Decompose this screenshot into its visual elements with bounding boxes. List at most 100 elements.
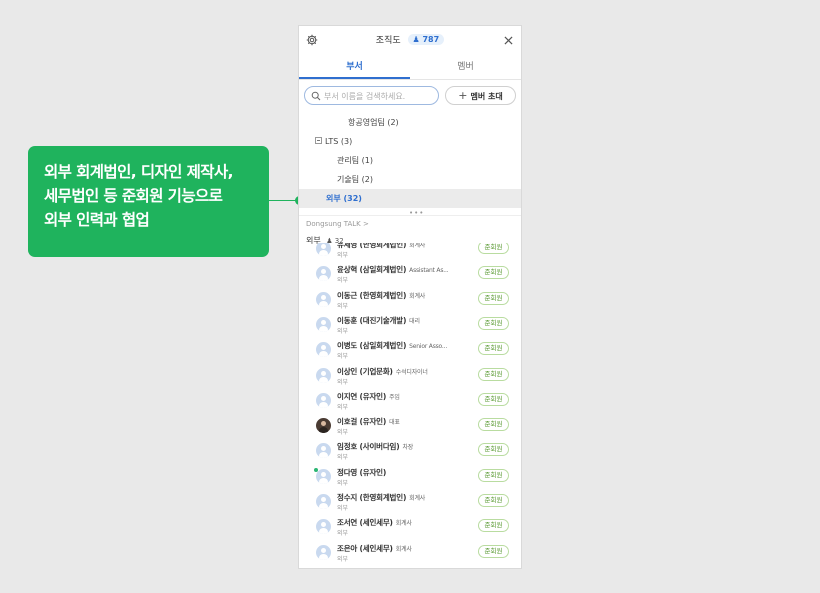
member-row[interactable]: 유세영 (한영회계법인) 회계사 외부 준회원 — [299, 243, 521, 261]
member-name-line: 정수지 (한영회계법인) 회계사 — [337, 492, 425, 503]
associate-member-badge: 준회원 — [478, 291, 509, 305]
member-count: 787 — [422, 35, 440, 44]
member-department: 외부 — [337, 327, 349, 335]
member-name-line: 이호걸 (유자인) 대표 — [337, 416, 400, 427]
tab-department[interactable]: 부서 — [299, 56, 410, 79]
callout-line-1: 외부 회계법인, 디자인 제작사, — [44, 163, 233, 181]
associate-member-badge: 준회원 — [478, 367, 509, 381]
member-role: 차장 — [402, 444, 414, 452]
member-department: 외부 — [337, 454, 349, 462]
tree-item[interactable]: 항공영업팀 (2) — [299, 113, 521, 132]
member-department: 외부 — [337, 403, 349, 411]
tree-item-label: 관리팀 (1) — [337, 156, 373, 165]
member-row[interactable]: 이상인 (기업문화) 수석디자이너 외부 준회원 — [299, 363, 521, 388]
avatar — [316, 443, 331, 459]
member-row[interactable]: 조서연 (세인세무) 회계사 외부 준회원 — [299, 514, 521, 539]
member-role: 대리 — [409, 317, 420, 325]
tab-bar: 부서 멤버 — [299, 56, 521, 80]
avatar — [316, 367, 331, 383]
search-placeholder: 부서 이름을 검색하세요. — [324, 92, 406, 101]
people-icon: ♟ — [412, 35, 420, 44]
associate-member-badge: 준회원 — [478, 316, 509, 330]
member-name-line: 이동훈 (대진기술개발) 대리 — [337, 315, 420, 326]
tree-item-label: LTS (3) — [325, 137, 353, 146]
member-role: Senior Asso... — [409, 343, 448, 351]
tree-item-label: 외부 (32) — [326, 194, 362, 203]
member-row[interactable]: 정다영 (유자인) 외부 준회원 — [299, 464, 521, 489]
member-name: 조은아 (세인세무) — [337, 543, 393, 553]
avatar — [316, 291, 331, 307]
associate-member-badge: 준회원 — [478, 392, 509, 406]
member-department: 외부 — [337, 353, 349, 361]
member-department: 외부 — [337, 530, 349, 538]
member-department: 외부 — [337, 555, 349, 563]
member-row[interactable]: 조은아 (세인세무) 회계사 외부 준회원 — [299, 540, 521, 565]
member-role: 회계사 — [395, 545, 412, 553]
tree-item[interactable]: 기술팀 (2) — [299, 170, 521, 189]
tab-members[interactable]: 멤버 — [410, 56, 521, 79]
member-department: 외부 — [337, 252, 349, 259]
associate-member-badge: 준회원 — [478, 468, 509, 482]
member-row[interactable]: 윤상혁 (삼일회계법인) Assistant As... 외부 준회원 — [299, 261, 521, 286]
member-name: 이동훈 (대진기술개발) — [337, 315, 407, 325]
member-department: 외부 — [337, 505, 349, 512]
associate-member-badge: 준회원 — [478, 342, 509, 356]
tree-item[interactable]: 관리팀 (1) — [299, 151, 521, 170]
member-name-line: 이지연 (유자인) 주임 — [337, 391, 400, 402]
associate-member-badge: 준회원 — [478, 494, 509, 507]
tree-item-label: 항공영업팀 (2) — [348, 118, 399, 127]
member-name: 윤상혁 (삼일회계법인) — [337, 265, 407, 275]
member-name-line: 조은아 (세인세무) 회계사 — [337, 543, 412, 554]
member-row[interactable]: 정수지 (한영회계법인) 회계사외부 준회원 — [299, 489, 521, 514]
member-row[interactable]: 이호걸 (유자인) 대표 외부 준회원 — [299, 413, 521, 438]
member-name: 이상인 (기업문화) — [337, 366, 393, 376]
member-role: 주임 — [389, 393, 400, 401]
associate-member-badge: 준회원 — [478, 443, 509, 457]
avatar — [316, 519, 331, 535]
invite-member-button[interactable]: + 멤버 초대 — [445, 86, 516, 105]
member-name: 이지연 (유자인) — [337, 391, 387, 401]
member-row[interactable]: 이병도 (삼일회계법인) Senior Asso... 외부 준회원 — [299, 337, 521, 362]
member-role: 대표 — [389, 419, 400, 427]
feature-callout: 외부 회계법인, 디자인 제작사, 세무법인 등 준회원 기능으로 외부 인력과… — [28, 146, 269, 257]
org-chart-panel: 조직도 ♟ 787 부서 멤버 부서 이름을 검색하세요. + 멤버 초대 항공영… — [298, 25, 522, 569]
breadcrumb[interactable]: Dongsung TALK > — [306, 220, 369, 228]
avatar — [316, 316, 331, 332]
member-name: 정수지 (한영회계법인) — [337, 493, 407, 502]
tree-item[interactable]: LTS (3) — [299, 132, 521, 151]
close-icon[interactable] — [504, 36, 513, 45]
member-row[interactable]: 이동훈 (대진기술개발) 대리 외부 준회원 — [299, 312, 521, 337]
member-name-line: 정다영 (유자인) — [337, 467, 389, 478]
search-row: 부서 이름을 검색하세요. + 멤버 초대 — [299, 80, 521, 112]
avatar — [316, 468, 331, 484]
department-search-input[interactable]: 부서 이름을 검색하세요. — [304, 86, 439, 105]
avatar — [316, 544, 331, 560]
member-name-line: 이동근 (한영회계법인) 회계사 — [337, 290, 425, 301]
member-name: 유세영 (한영회계법인) — [337, 243, 407, 249]
member-role: 회계사 — [409, 495, 426, 502]
member-name-line: 이상인 (기업문화) 수석디자이너 — [337, 366, 428, 377]
department-tree: 항공영업팀 (2) LTS (3) 관리팀 (1) 기술팀 (2) 외부 (32) — [299, 113, 521, 208]
search-icon — [311, 91, 321, 101]
member-row[interactable]: 이지연 (유자인) 주임 외부 준회원 — [299, 388, 521, 413]
member-count-badge: ♟ 787 — [407, 34, 445, 45]
member-row[interactable]: 임정호 (사이버다임) 차장외부 준회원 — [299, 438, 521, 463]
member-name-line: 조서연 (세인세무) 회계사 — [337, 517, 412, 528]
invite-member-label: 멤버 초대 — [470, 92, 503, 101]
member-role: 수석디자이너 — [395, 368, 428, 376]
member-name-line: 윤상혁 (삼일회계법인) Assistant As... — [337, 264, 449, 275]
member-name: 이호걸 (유자인) — [337, 417, 387, 427]
tree-item[interactable]: 외부 (32) — [299, 189, 521, 208]
member-name: 이동근 (한영회계법인) — [337, 290, 407, 300]
member-row[interactable]: 이동근 (한영회계법인) 회계사 외부 준회원 — [299, 287, 521, 312]
callout-line-3: 외부 인력과 협업 — [44, 211, 150, 229]
associate-member-badge: 준회원 — [478, 544, 509, 558]
collapse-icon[interactable] — [315, 137, 322, 144]
member-department: 외부 — [337, 277, 349, 285]
member-name-line: 이병도 (삼일회계법인) Senior Asso... — [337, 340, 447, 351]
member-name: 임정호 (사이버다임) — [337, 442, 400, 452]
member-role: 회계사 — [395, 520, 412, 528]
associate-member-badge: 준회원 — [478, 266, 509, 280]
plus-icon: + — [458, 89, 468, 102]
member-department: 외부 — [337, 302, 349, 310]
